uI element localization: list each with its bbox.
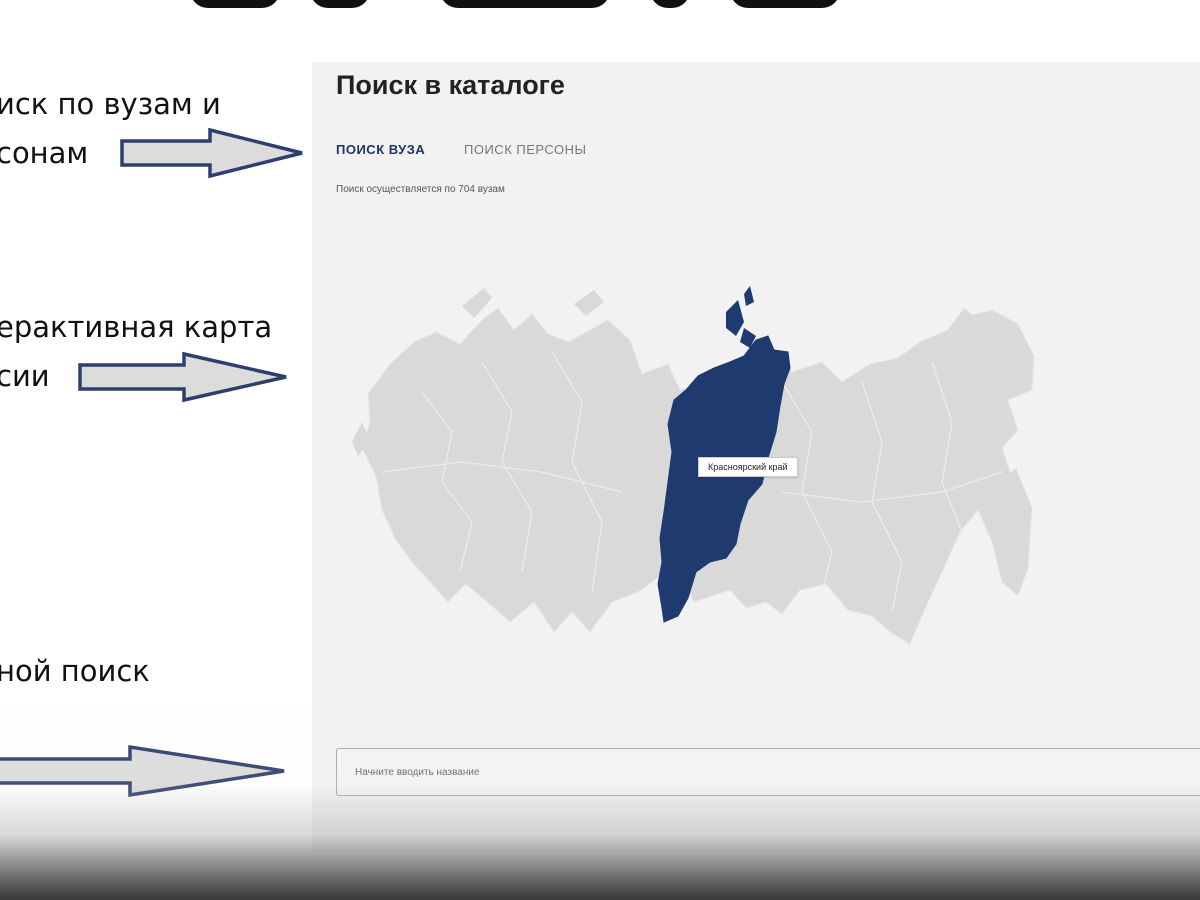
catalog-screenshot-panel: Поиск в каталоге ПОИСК ВУЗА ПОИСК ПЕРСОН… [312, 62, 1200, 852]
annotation-search-line1: ной поиск [0, 654, 150, 688]
annotation-map-line1: ерактивная карта [0, 310, 273, 344]
search-input[interactable] [336, 748, 1200, 796]
tab-search-person[interactable]: ПОИСК ПЕРСОНЫ [464, 142, 587, 157]
annotation-tabs-line2: сонам [0, 136, 89, 170]
arrow-right-icon [120, 127, 303, 179]
arrow-right-icon [78, 351, 287, 403]
search-count-text: Поиск осуществляется по 704 вузам [336, 184, 505, 195]
arrow-right-icon [0, 744, 285, 798]
tab-search-university[interactable]: ПОИСК ВУЗА [336, 142, 425, 157]
presentation-slide: иск по вузам и сонам ерактивная карта си… [0, 0, 1200, 900]
cropped-heading-fragment [190, 0, 890, 8]
region-tooltip: Красноярский край [698, 457, 798, 477]
annotation-map-line2: сии [0, 359, 50, 393]
page-title: Поиск в каталоге [336, 70, 565, 100]
russia-map[interactable] [342, 272, 1062, 682]
annotation-tabs-line1: иск по вузам и [0, 87, 221, 121]
